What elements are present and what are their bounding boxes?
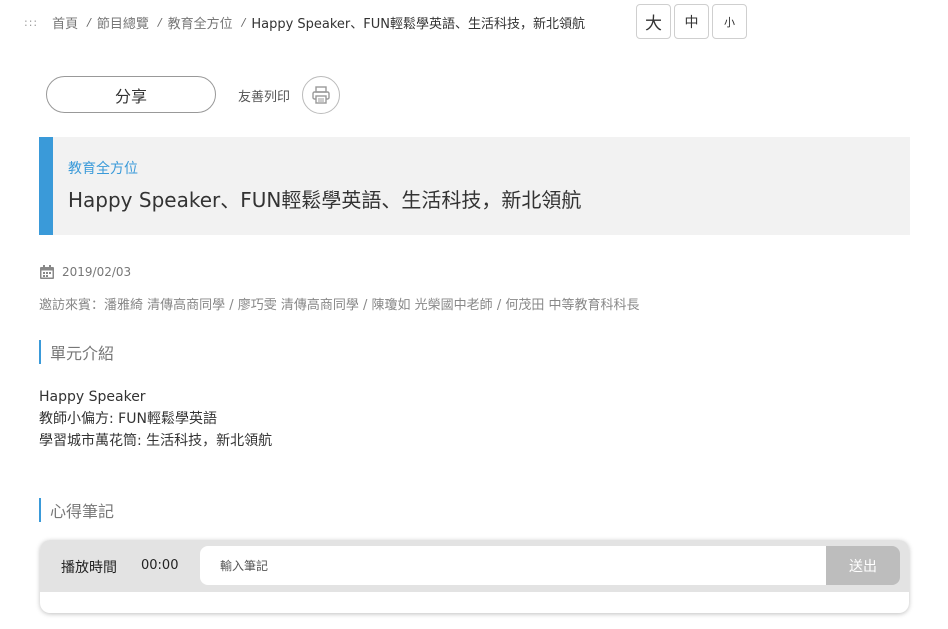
breadcrumb-separator: / (157, 15, 162, 29)
play-time-value: 00:00 (141, 558, 179, 573)
article-title-block: 教育全方位 Happy Speaker、FUN輕鬆學英語、生活科技，新北領航 (39, 137, 910, 235)
share-button[interactable]: 分享 (46, 76, 216, 113)
breadcrumb-dots: ::: (24, 15, 39, 29)
font-size-medium-button[interactable]: 中 (674, 4, 709, 39)
unit-intro-content: Happy Speaker 教師小偏方: FUN輕鬆學英語 學習城市萬花筒: 生… (39, 386, 272, 452)
breadcrumb-category-link[interactable]: 教育全方位 (168, 13, 233, 32)
notes-toolbar: 播放時間 00:00 送出 (40, 540, 909, 592)
font-size-controls: 大 中 小 (636, 4, 747, 39)
unit-intro-line: 學習城市萬花筒: 生活科技，新北領航 (39, 433, 273, 449)
print-label: 友善列印 (238, 90, 291, 105)
font-size-large-button[interactable]: 大 (636, 4, 671, 39)
breadcrumb-separator: / (87, 15, 91, 29)
breadcrumb: ::: 首頁 / 節目總覽 / 教育全方位 / Happy Speaker、FU… (24, 12, 585, 32)
breadcrumb-separator: / (241, 15, 246, 29)
article-title: Happy Speaker、FUN輕鬆學英語、生活科技，新北領航 (68, 188, 582, 212)
breadcrumb-programs-link[interactable]: 節目總覽 (97, 13, 149, 32)
unit-intro-line: 教師小偏方: FUN輕鬆學英語 (39, 411, 217, 427)
play-time-label: 播放時間 (61, 560, 117, 576)
article-category: 教育全方位 (68, 161, 138, 177)
printer-icon (312, 86, 330, 104)
calendar-icon (40, 265, 54, 279)
note-submit-button[interactable]: 送出 (826, 546, 900, 585)
breadcrumb-home-link[interactable]: 首頁 (52, 13, 78, 32)
article-date: 2019/02/03 (62, 265, 132, 279)
article-date-row: 2019/02/03 (39, 264, 131, 280)
unit-intro-line: Happy Speaker (39, 389, 146, 405)
breadcrumb-current: Happy Speaker、FUN輕鬆學英語、生活科技，新北領航 (251, 16, 585, 32)
notes-heading: 心得筆記 (39, 498, 114, 522)
unit-intro-heading: 單元介紹 (39, 340, 114, 364)
note-input[interactable] (200, 546, 828, 585)
article-guests: 邀訪來賓：潘雅綺 清傳高商同學 / 廖巧雯 清傳高商同學 / 陳瓊如 光榮國中老… (39, 298, 640, 313)
font-size-small-button[interactable]: 小 (712, 4, 747, 39)
print-button[interactable] (302, 76, 340, 114)
